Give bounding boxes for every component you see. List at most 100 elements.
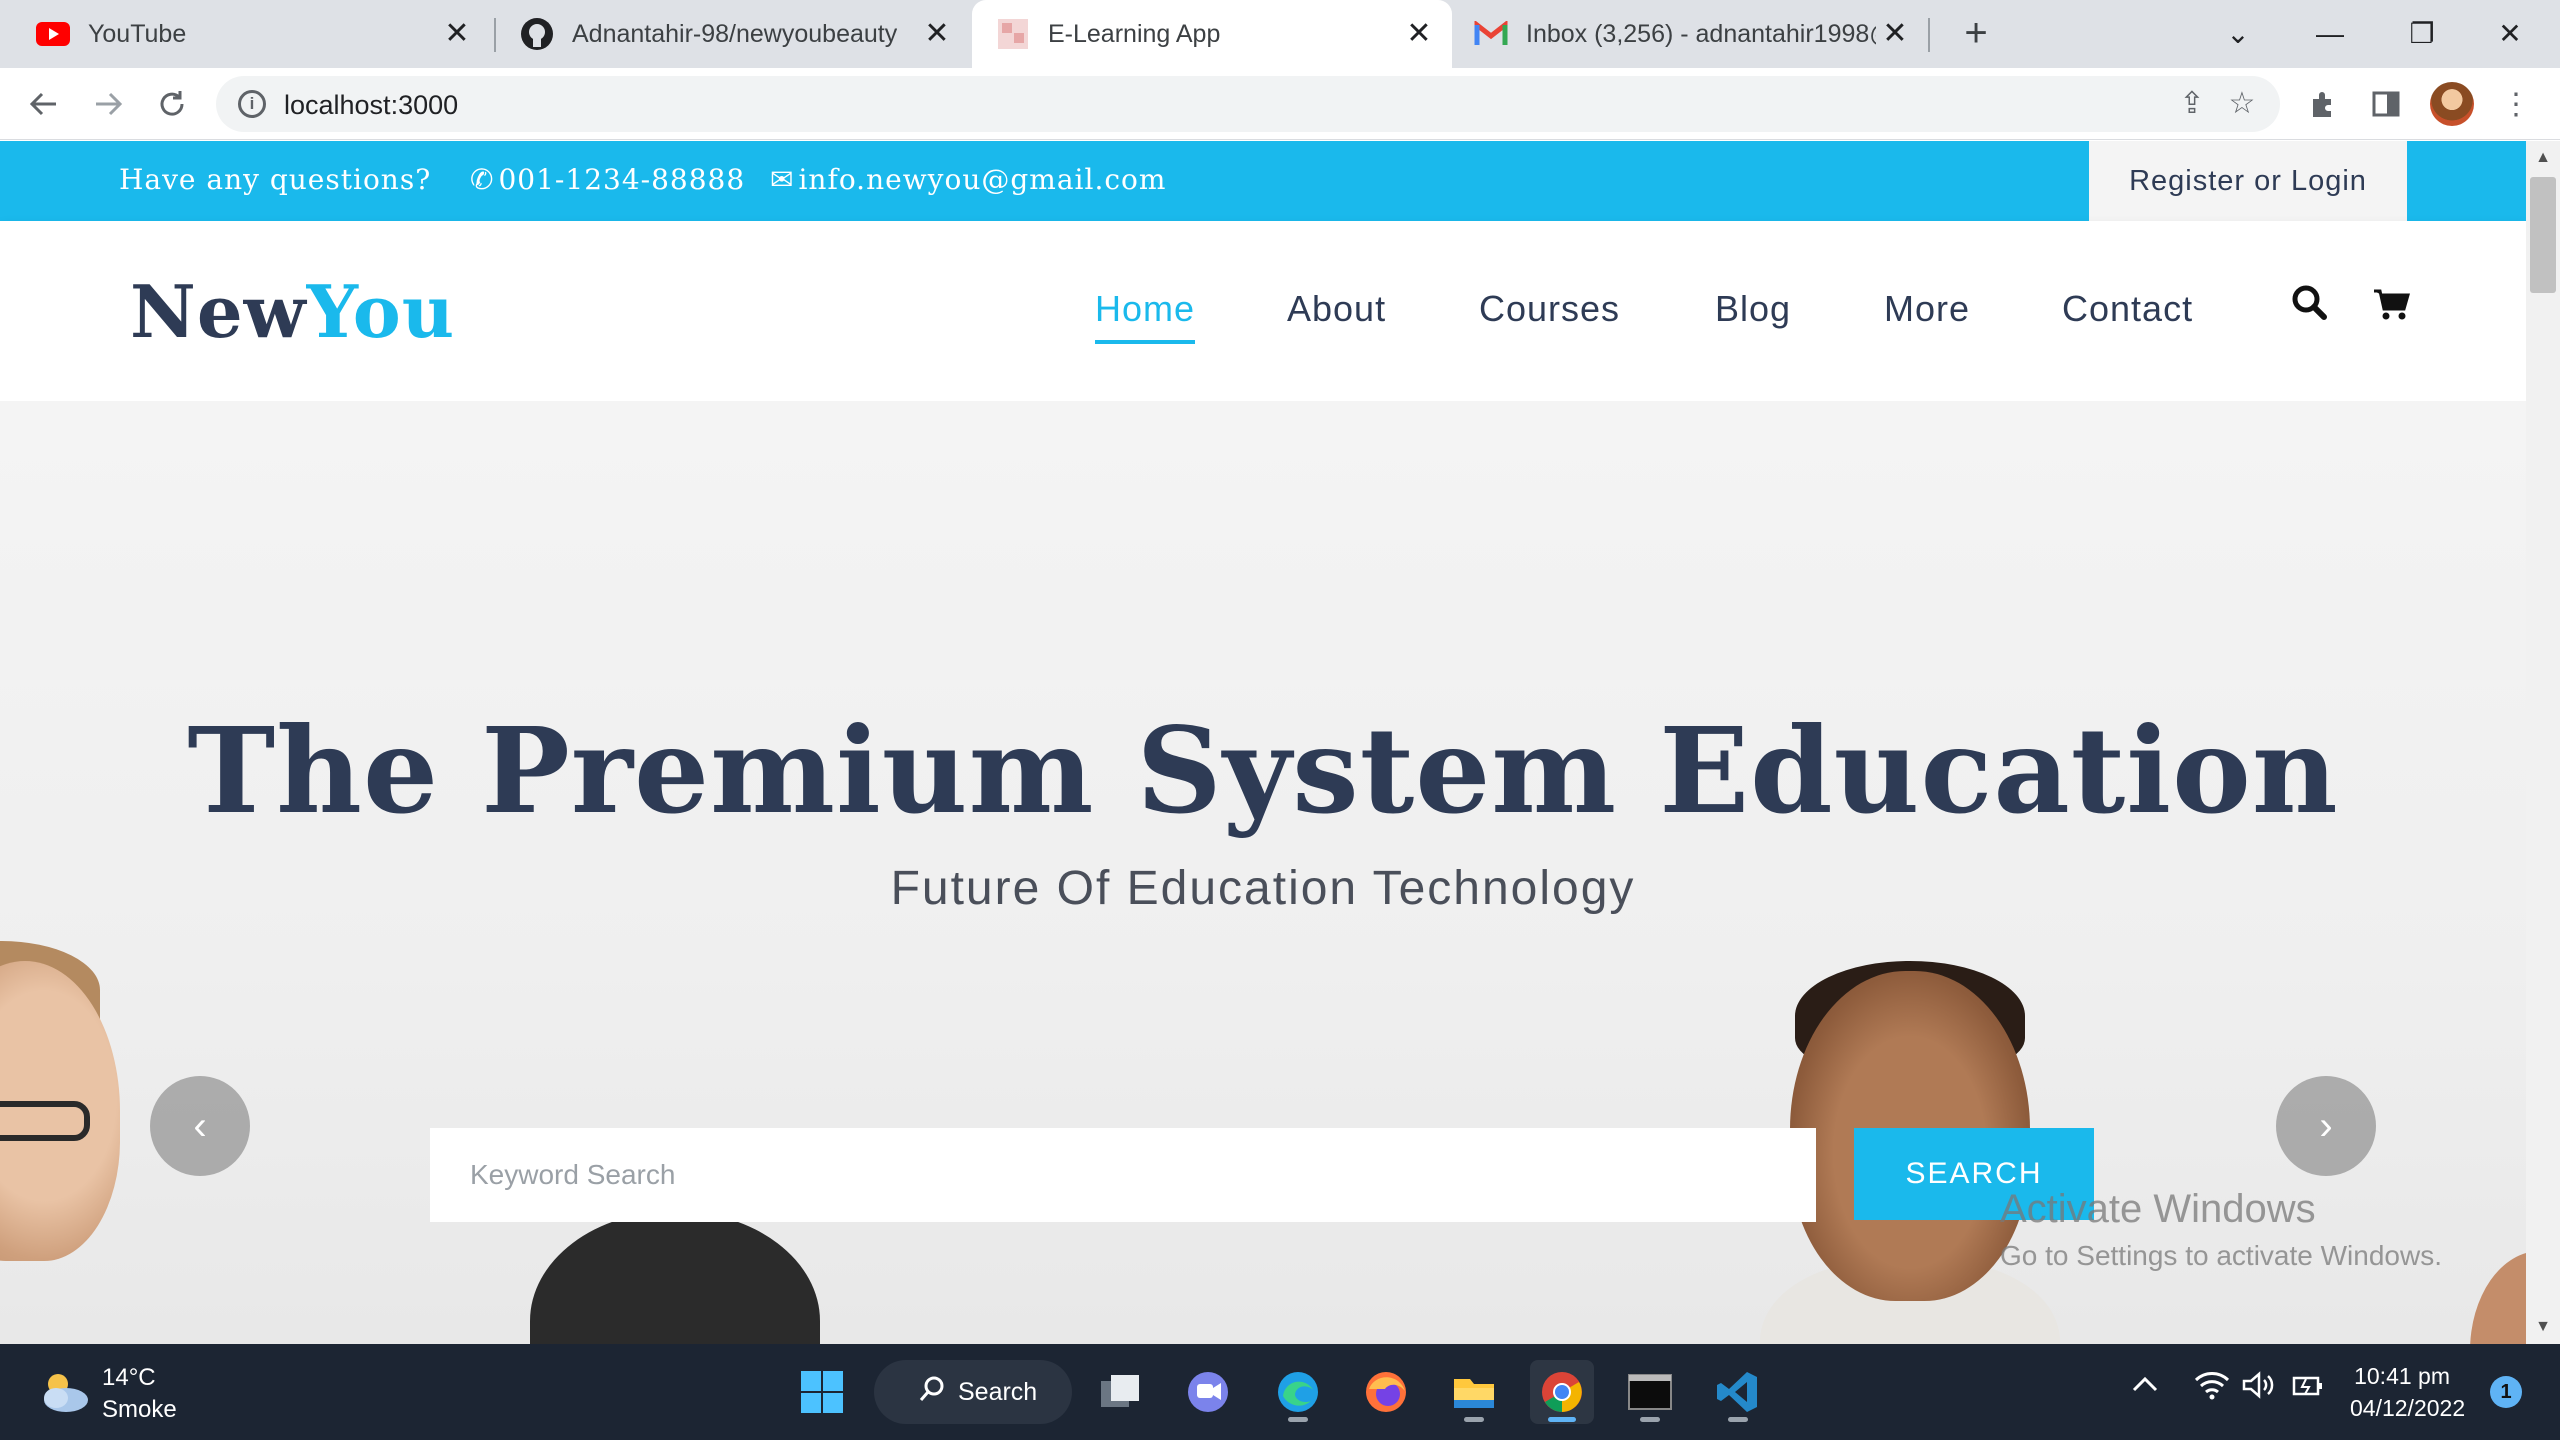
- clock-time: 10:41 pm: [2354, 1363, 2450, 1389]
- phone-link[interactable]: ✆ 001-1234-88888: [470, 163, 745, 196]
- search-icon: [918, 1374, 948, 1411]
- close-icon[interactable]: ✕: [1878, 17, 1912, 51]
- share-icon[interactable]: ⇪: [2174, 86, 2210, 122]
- watermark-title: Activate Windows: [2000, 1187, 2316, 1231]
- tab-gmail[interactable]: Inbox (3,256) - adnantahir1998@ ✕: [1452, 0, 1928, 68]
- running-indicator: [1288, 1417, 1308, 1422]
- active-indicator: [1548, 1417, 1576, 1422]
- firefox-icon[interactable]: [1354, 1360, 1418, 1424]
- logo-text-you: You: [306, 269, 456, 354]
- scrollbar-thumb[interactable]: [2530, 177, 2556, 293]
- site-logo[interactable]: NewYou: [130, 269, 455, 354]
- bookmark-star-icon[interactable]: ☆: [2224, 86, 2260, 122]
- slider-prev-chevron-left-icon[interactable]: ‹: [150, 1076, 250, 1176]
- tab-title: E-Learning App: [1048, 19, 1221, 48]
- tab-search-chevron-down-icon[interactable]: ⌄: [2208, 10, 2268, 58]
- taskbar-search-label: Search: [958, 1377, 1038, 1406]
- hero-photo-person: [530, 1211, 820, 1344]
- start-windows-icon[interactable]: [790, 1360, 854, 1424]
- weather-description: Smoke: [102, 1396, 177, 1423]
- task-view-icon[interactable]: [1088, 1360, 1152, 1424]
- keyword-search-input[interactable]: [430, 1128, 1816, 1222]
- volume-icon[interactable]: [2242, 1370, 2278, 1407]
- vscode-icon[interactable]: [1706, 1360, 1770, 1424]
- tab-youtube[interactable]: YouTube ✕: [0, 0, 490, 68]
- profile-avatar[interactable]: [2430, 82, 2474, 126]
- site-header: NewYou Home About Courses Blog More Cont…: [0, 221, 2526, 401]
- browser-tab-strip: YouTube ✕ Adnantahir-98/newyoubeauty ✕ E…: [0, 0, 2560, 68]
- close-icon[interactable]: ✕: [1402, 17, 1436, 51]
- reload-icon[interactable]: [148, 80, 196, 128]
- edge-browser-icon[interactable]: [1266, 1360, 1330, 1424]
- phone-icon: ✆: [470, 163, 495, 196]
- page-scrollbar[interactable]: ▲ ▼: [2526, 141, 2560, 1344]
- clock-date: 04/12/2022: [2350, 1395, 2466, 1421]
- info-icon[interactable]: i: [238, 90, 266, 118]
- nav-more[interactable]: More: [1884, 288, 1970, 330]
- hero-photo-person: [2470, 1251, 2526, 1344]
- page-icon: [996, 17, 1030, 51]
- hero-subtitle: Future Of Education Technology: [890, 862, 1636, 915]
- nav-home[interactable]: Home: [1095, 288, 1196, 344]
- email-address: info.newyou@gmail.com: [798, 163, 1167, 196]
- search-icon[interactable]: [2288, 281, 2332, 325]
- url-text[interactable]: localhost:3000: [284, 90, 458, 121]
- restore-icon[interactable]: ❐: [2392, 10, 2452, 58]
- notification-badge[interactable]: 1: [2490, 1376, 2522, 1408]
- running-indicator: [1464, 1417, 1484, 1422]
- hero-title: The Premium System Education: [187, 701, 2339, 840]
- tab-separator: [1928, 18, 1930, 52]
- hero-photo-glasses: [0, 1101, 90, 1141]
- running-indicator: [1640, 1417, 1660, 1422]
- register-login-button[interactable]: Register or Login: [2089, 141, 2407, 221]
- wifi-icon[interactable]: [2194, 1370, 2230, 1407]
- taskbar-search[interactable]: Search: [874, 1360, 1072, 1424]
- nav-courses[interactable]: Courses: [1479, 288, 1620, 330]
- side-panel-icon[interactable]: [2366, 84, 2406, 124]
- teams-chat-icon[interactable]: [1176, 1360, 1240, 1424]
- envelope-icon: ✉: [770, 163, 795, 196]
- forward-arrow-icon[interactable]: [84, 80, 132, 128]
- watermark-subtitle: Go to Settings to activate Windows.: [2000, 1240, 2442, 1271]
- scroll-down-arrow-icon[interactable]: ▼: [2526, 1312, 2560, 1342]
- tab-title: YouTube: [88, 19, 187, 48]
- github-icon: [520, 17, 554, 51]
- cart-icon[interactable]: [2370, 281, 2414, 325]
- file-explorer-icon[interactable]: [1442, 1360, 1506, 1424]
- web-page: Have any questions? ✆ 001-1234-88888 ✉ i…: [0, 141, 2526, 1344]
- weather-widget[interactable]: 14°C Smoke: [102, 1362, 177, 1426]
- contact-topbar: Have any questions? ✆ 001-1234-88888 ✉ i…: [0, 141, 2526, 221]
- tab-title: Adnantahir-98/newyoubeauty: [572, 19, 898, 48]
- gmail-icon: [1474, 17, 1508, 51]
- system-clock[interactable]: 10:41 pm 04/12/2022: [2350, 1360, 2466, 1424]
- back-arrow-icon[interactable]: [20, 80, 68, 128]
- email-link[interactable]: ✉ info.newyou@gmail.com: [770, 163, 1166, 196]
- nav-blog[interactable]: Blog: [1715, 288, 1791, 330]
- battery-charging-icon[interactable]: [2290, 1370, 2326, 1407]
- minimize-icon[interactable]: —: [2300, 10, 2360, 58]
- tab-github[interactable]: Adnantahir-98/newyoubeauty ✕: [496, 0, 970, 68]
- kebab-menu-icon[interactable]: ⋮: [2496, 84, 2536, 124]
- address-bar[interactable]: i localhost:3000 ⇪ ☆: [216, 76, 2280, 132]
- youtube-icon: [36, 17, 70, 51]
- weather-cloud-icon[interactable]: [36, 1364, 92, 1420]
- activate-windows-watermark: Activate Windows Go to Settings to activ…: [2000, 1187, 2442, 1272]
- logo-text-new: New: [130, 269, 307, 354]
- weather-temperature: 14°C: [102, 1364, 156, 1391]
- terminal-icon[interactable]: [1618, 1360, 1682, 1424]
- new-tab-button[interactable]: +: [1956, 13, 1996, 54]
- close-icon[interactable]: ✕: [440, 17, 474, 51]
- running-indicator: [1728, 1417, 1748, 1422]
- nav-about[interactable]: About: [1287, 288, 1386, 330]
- scroll-up-arrow-icon[interactable]: ▲: [2526, 143, 2560, 173]
- windows-taskbar: 14°C Smoke Search 10:41 pm 04/12/2022 1: [0, 1344, 2560, 1440]
- chrome-icon[interactable]: [1530, 1360, 1594, 1424]
- close-icon[interactable]: ✕: [920, 17, 954, 51]
- extensions-puzzle-icon[interactable]: [2302, 84, 2342, 124]
- tab-elearning[interactable]: E-Learning App ✕: [972, 0, 1452, 68]
- slider-next-chevron-right-icon[interactable]: ›: [2276, 1076, 2376, 1176]
- tray-chevron-up-icon[interactable]: [2130, 1370, 2160, 1407]
- nav-contact[interactable]: Contact: [2062, 288, 2193, 330]
- window-close-icon[interactable]: ✕: [2480, 10, 2540, 58]
- questions-text: Have any questions?: [119, 163, 432, 196]
